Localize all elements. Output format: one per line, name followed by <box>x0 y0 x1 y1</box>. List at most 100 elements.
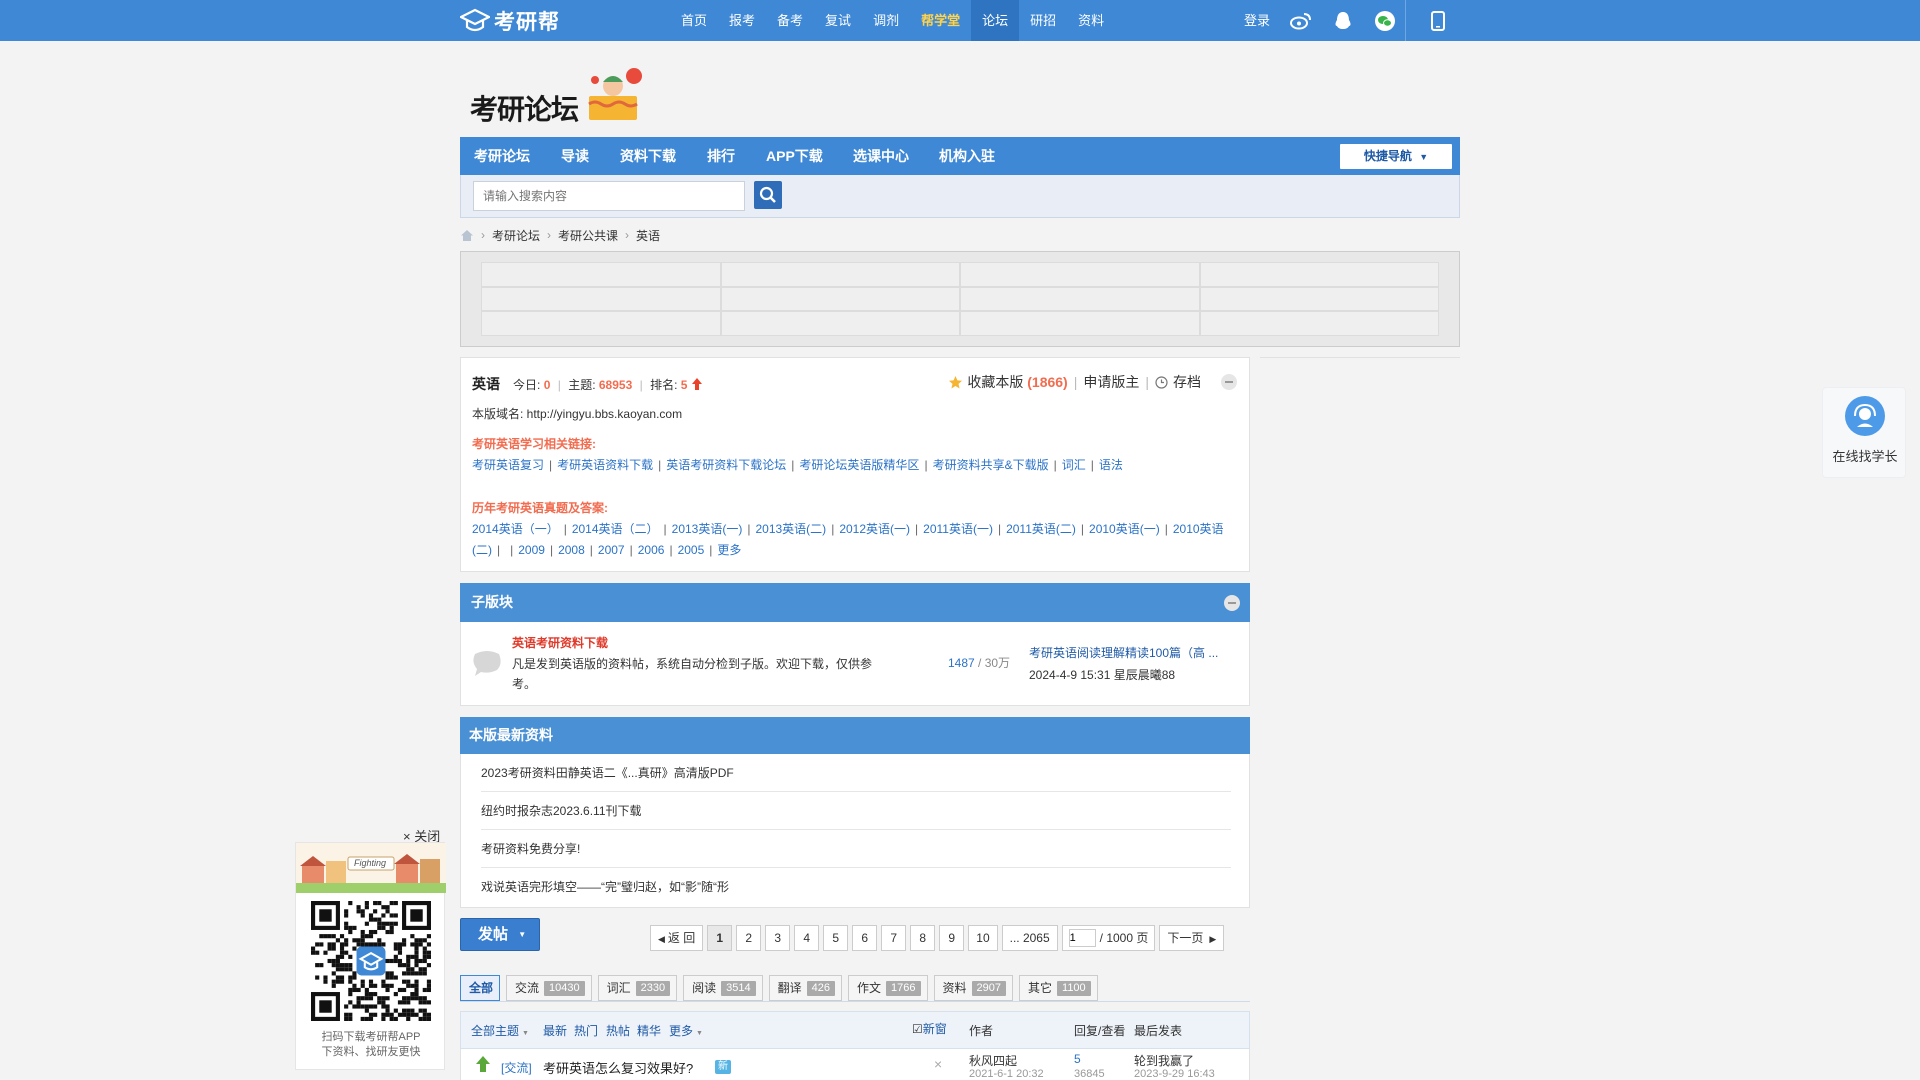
ad-slot[interactable] <box>481 286 721 312</box>
favorite-forum-button[interactable]: 收藏本版 (1866) <box>967 372 1067 392</box>
topnav-item[interactable]: 调剂 <box>862 0 910 41</box>
mobile-phone-icon[interactable] <box>1427 10 1449 32</box>
ad-slot[interactable] <box>720 286 960 312</box>
topnav-item[interactable]: 研招 <box>1019 0 1067 41</box>
past-exam-link[interactable]: 2010英语(一) <box>1089 522 1160 536</box>
ad-slot[interactable] <box>1199 311 1439 336</box>
forum-nav-downloads[interactable]: 资料下载 <box>620 137 676 175</box>
quick-nav-button[interactable]: 快捷导航 ▼ <box>1340 144 1452 169</box>
filter-latest[interactable]: 最新 <box>543 1012 567 1050</box>
last-post-user[interactable]: 轮到我赢了 <box>1134 1052 1194 1069</box>
find-senior-widget[interactable]: 在线找学长 <box>1822 387 1906 478</box>
new-post-button[interactable]: 发帖 ▼ <box>460 918 540 951</box>
breadcrumb-category[interactable]: 考研公共课 <box>558 227 618 244</box>
topnav-item[interactable]: 资料 <box>1067 0 1115 41</box>
ad-slot[interactable] <box>960 286 1200 312</box>
home-icon[interactable] <box>460 229 474 242</box>
topnav-item[interactable]: 复试 <box>814 0 862 41</box>
latest-item[interactable]: 2023考研资料田静英语二《...真研》高清版PDF <box>481 754 1231 792</box>
breadcrumb-forum[interactable]: 考研论坛 <box>492 227 540 244</box>
related-link[interactable]: 考研英语复习 <box>472 458 544 472</box>
page-number[interactable]: 6 <box>852 925 878 951</box>
qq-icon[interactable] <box>1332 10 1354 32</box>
subforum-name[interactable]: 英语考研资料下载 <box>512 634 608 651</box>
site-logo[interactable]: 考研帮 <box>460 6 560 36</box>
related-link[interactable]: 考研资料共享&下载版 <box>933 458 1049 472</box>
past-exam-link[interactable]: 2008 <box>558 543 585 557</box>
tab-thread-type[interactable]: 资料 2907 <box>933 975 1013 1001</box>
last-page-link[interactable]: ... 2065 <box>1001 925 1058 951</box>
ad-slot[interactable] <box>720 311 960 336</box>
forum-nav-institutions[interactable]: 机构入驻 <box>939 137 995 175</box>
page-number[interactable]: 5 <box>823 925 849 951</box>
forum-nav-ranking[interactable]: 排行 <box>707 137 735 175</box>
past-exam-link[interactable]: 2013英语(二) <box>755 522 826 536</box>
forum-nav-app[interactable]: APP下载 <box>766 137 823 175</box>
related-link[interactable]: 英语考研资料下载论坛 <box>666 458 786 472</box>
latest-item[interactable]: 戏说英语完形填空——“完”璧归赵，如“影”随“形 <box>481 868 1231 906</box>
page-number[interactable]: 10 <box>968 925 998 951</box>
page-number[interactable]: 9 <box>939 925 965 951</box>
ad-slot[interactable] <box>1199 262 1439 287</box>
topnav-item[interactable]: 报考 <box>718 0 766 41</box>
last-post-link[interactable]: 考研英语阅读理解精读100篇（高 ... <box>1029 644 1218 661</box>
ad-slot[interactable] <box>481 262 721 287</box>
past-exam-link[interactable]: 2005 <box>678 543 705 557</box>
tab-thread-type[interactable]: 翻译 426 <box>768 975 842 1001</box>
page-number[interactable]: 7 <box>881 925 907 951</box>
ad-slot[interactable] <box>481 311 721 336</box>
filter-digest[interactable]: 精华 <box>637 1012 661 1050</box>
filter-more[interactable]: 更多 ▼ <box>669 1012 703 1053</box>
thread-title[interactable]: 考研英语怎么复习效果好? <box>543 1058 693 1077</box>
past-exam-link[interactable]: 2006 <box>638 543 665 557</box>
tab-thread-type[interactable]: 交流 10430 <box>506 975 592 1001</box>
past-exam-link[interactable]: 2012英语(一) <box>839 522 910 536</box>
new-window-toggle[interactable]: ☑新窗 <box>912 1010 947 1048</box>
thread-type[interactable]: [交流] <box>501 1059 532 1076</box>
back-button[interactable]: ◀ 返 回 <box>650 925 704 951</box>
breadcrumb-current[interactable]: 英语 <box>636 227 660 244</box>
filter-hot[interactable]: 热门 <box>574 1012 598 1050</box>
next-page-button[interactable]: 下一页 ▶ <box>1159 925 1225 951</box>
past-exam-link[interactable]: (二) <box>472 543 492 557</box>
related-link[interactable]: 考研论坛英语版精华区 <box>799 458 919 472</box>
apply-moderator-link[interactable]: 申请版主 <box>1083 372 1139 392</box>
past-exam-link[interactable]: 2007 <box>598 543 625 557</box>
page-number[interactable]: 8 <box>910 925 936 951</box>
table-row[interactable]: [交流] 考研英语怎么复习效果好? 新 × 秋风四起 2021-6-1 20:3… <box>460 1049 1250 1080</box>
latest-item[interactable]: 考研资料免费分享! <box>481 830 1231 868</box>
past-exam-link[interactable]: 2013英语(一) <box>672 522 743 536</box>
topnav-item[interactable]: 论坛 <box>971 0 1020 41</box>
tab-thread-type[interactable]: 全部 <box>460 975 501 1001</box>
page-number[interactable]: 2 <box>736 925 762 951</box>
ad-slot[interactable] <box>960 311 1200 336</box>
topnav-item[interactable]: 备考 <box>766 0 814 41</box>
thread-author[interactable]: 秋风四起 <box>969 1052 1017 1069</box>
tab-thread-type[interactable]: 其它 1100 <box>1019 975 1098 1001</box>
filter-hot-posts[interactable]: 热帖 <box>606 1012 630 1050</box>
topnav-item[interactable]: 帮学堂 <box>910 0 971 41</box>
tab-thread-type[interactable]: 作文 1766 <box>848 975 928 1001</box>
related-link[interactable]: 考研英语资料下载 <box>557 458 653 472</box>
page-number[interactable]: 3 <box>765 925 791 951</box>
forum-nav-courses[interactable]: 选课中心 <box>853 137 909 175</box>
close-icon[interactable]: × <box>934 1056 942 1072</box>
latest-item[interactable]: 纽约时报杂志2023.6.11刊下载 <box>481 792 1231 830</box>
search-button[interactable] <box>754 181 782 209</box>
collapse-icon[interactable] <box>1224 595 1240 611</box>
wechat-icon[interactable] <box>1374 10 1396 32</box>
ad-slot[interactable] <box>720 262 960 287</box>
ad-slot[interactable] <box>960 262 1200 287</box>
weibo-icon[interactable] <box>1290 10 1312 32</box>
past-exam-link[interactable]: 2011英语(一) <box>923 522 993 536</box>
search-input[interactable] <box>473 181 745 211</box>
all-topics-filter[interactable]: 全部主题 ▼ <box>471 1012 529 1053</box>
past-exam-link[interactable]: 2009 <box>518 543 545 557</box>
past-exam-link[interactable]: 2014英语（一） <box>472 522 559 536</box>
login-link[interactable]: 登录 <box>1244 0 1270 41</box>
forum-logo[interactable]: 考研论坛 <box>470 66 650 126</box>
topnav-item[interactable]: 首页 <box>670 0 718 41</box>
past-exam-link[interactable]: 2014英语（二） <box>572 522 659 536</box>
ad-slot[interactable] <box>1199 286 1439 312</box>
collapse-icon[interactable] <box>1221 374 1237 390</box>
